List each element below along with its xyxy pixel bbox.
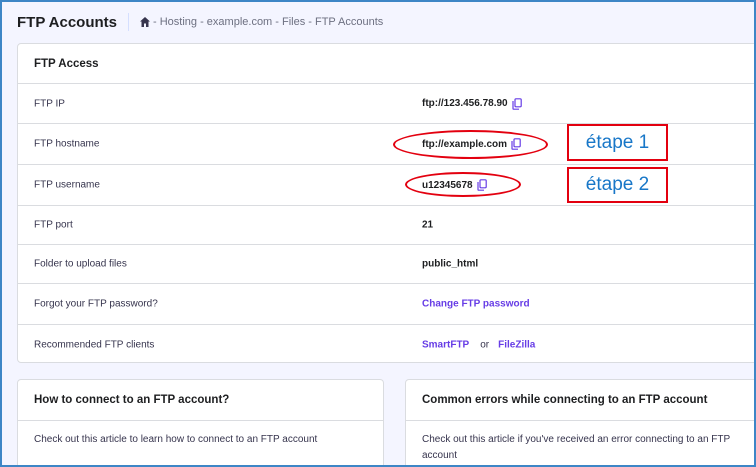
home-icon[interactable]: [139, 16, 151, 28]
ftp-username-text: u12345678: [422, 179, 473, 191]
ftp-access-title: FTP Access: [34, 58, 99, 70]
ftp-hostname-value: ftp://example.com: [422, 138, 521, 150]
ftp-ip-value: ftp://123.456.78.90: [422, 97, 522, 110]
ftp-username-label: FTP username: [34, 179, 100, 191]
ftp-port-value: 21: [422, 219, 434, 231]
ftp-clients-value: SmartFTP or FileZilla: [422, 339, 535, 350]
ftp-hostname-text: ftp://example.com: [422, 138, 508, 150]
how-to-connect-description: Check out this article to learn how to c…: [34, 434, 318, 445]
ftp-clients-row: Recommended FTP clients SmartFTP or File…: [18, 324, 756, 364]
breadcrumb-path[interactable]: - Hosting - example.com - Files - FTP Ac…: [153, 16, 383, 28]
how-to-connect-title: How to connect to an FTP account?: [34, 394, 230, 406]
ftp-hostname-label: FTP hostname: [34, 138, 100, 150]
step-1-label: étape 1: [567, 124, 668, 161]
card-divider: [18, 420, 383, 421]
ftp-clients-label: Recommended FTP clients: [34, 339, 155, 350]
page-title: FTP Accounts: [17, 13, 118, 31]
ftp-access-card: FTP Access FTP IP ftp://123.456.78.90 FT…: [17, 43, 756, 363]
change-ftp-password-link[interactable]: Change FTP password: [422, 299, 530, 310]
filezilla-link[interactable]: FileZilla: [498, 339, 535, 350]
upload-folder-value: public_html: [422, 258, 479, 270]
ftp-ip-label: FTP IP: [34, 98, 65, 109]
copy-icon[interactable]: [512, 97, 522, 110]
upload-folder-row: Folder to upload files public_html: [18, 244, 756, 283]
ftp-ip-text: ftp://123.456.78.90: [422, 98, 508, 109]
common-errors-title: Common errors while connecting to an FTP…: [422, 394, 708, 406]
ftp-username-value: u12345678: [422, 179, 487, 191]
step-2-label: étape 2: [567, 167, 668, 203]
smartftp-link[interactable]: SmartFTP: [422, 339, 469, 350]
copy-icon[interactable]: [511, 138, 521, 150]
breadcrumb: - Hosting - example.com - Files - FTP Ac…: [139, 16, 383, 28]
or-text: or: [480, 339, 490, 350]
page-header: FTP Accounts - Hosting - example.com - F…: [17, 12, 383, 32]
card-divider: [406, 420, 756, 421]
common-errors-card[interactable]: Common errors while connecting to an FTP…: [405, 379, 756, 467]
upload-folder-label: Folder to upload files: [34, 258, 127, 270]
ftp-port-row: FTP port 21: [18, 205, 756, 244]
ftp-ip-row: FTP IP ftp://123.456.78.90: [18, 83, 756, 123]
copy-icon[interactable]: [477, 179, 487, 191]
header-divider: [128, 13, 130, 31]
forgot-password-value: Change FTP password: [422, 299, 530, 310]
forgot-password-label: Forgot your FTP password?: [34, 298, 158, 310]
common-errors-description: Check out this article if you've receive…: [422, 434, 730, 461]
how-to-connect-card[interactable]: How to connect to an FTP account? Check …: [17, 379, 384, 467]
ftp-port-label: FTP port: [34, 219, 73, 231]
forgot-password-row: Forgot your FTP password? Change FTP pas…: [18, 283, 756, 324]
